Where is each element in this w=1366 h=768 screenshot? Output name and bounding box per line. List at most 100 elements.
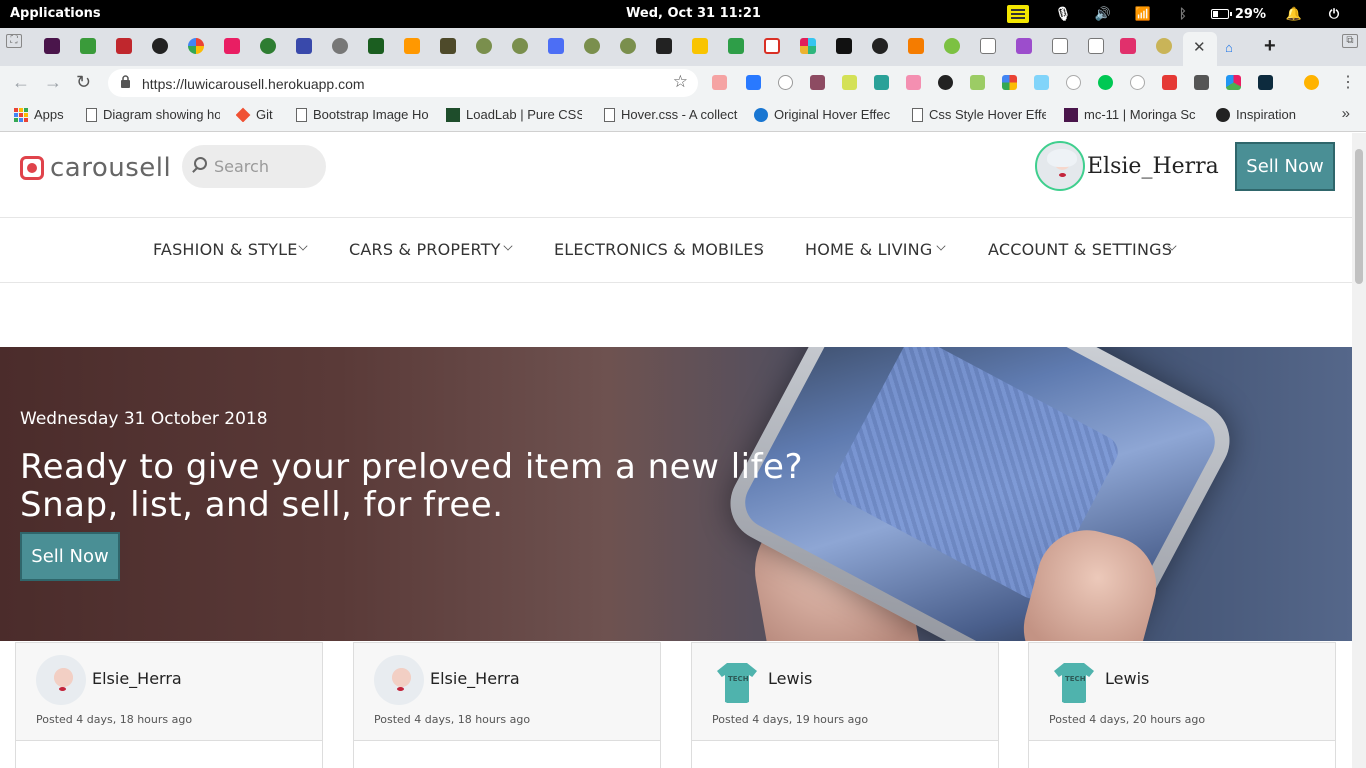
trello-tab-icon[interactable] <box>836 38 852 54</box>
document-tab-icon[interactable] <box>980 38 996 54</box>
tab-favicon-icon[interactable] <box>332 38 348 54</box>
bookmark-item[interactable]: Hover.css - A collect <box>604 107 738 122</box>
profile-avatar-icon[interactable] <box>1304 75 1319 90</box>
extension-icon[interactable] <box>1226 75 1241 90</box>
avatar[interactable] <box>374 655 424 705</box>
bookmark-item[interactable]: Diagram showing ho <box>86 107 220 122</box>
gmail-tab-icon[interactable] <box>764 38 780 54</box>
lightroom-extension-icon[interactable] <box>1258 75 1273 90</box>
hero-sell-now-button[interactable]: Sell Now <box>20 532 120 581</box>
listing-card[interactable]: Elsie_Herra Posted 4 days, 18 hours ago <box>353 642 661 768</box>
bookmark-item[interactable]: mc-11 | Moringa Sc <box>1064 107 1200 122</box>
document-tab-icon[interactable] <box>1088 38 1104 54</box>
close-tab-icon[interactable]: ✕ <box>1193 38 1206 56</box>
tab-favicon-icon[interactable] <box>368 38 384 54</box>
category-fashion-style[interactable]: FASHION & STYLE <box>153 240 298 259</box>
tab-favicon-icon[interactable] <box>584 38 600 54</box>
extension-icon[interactable] <box>938 75 953 90</box>
chevron-down-icon[interactable] <box>298 241 308 251</box>
url-text[interactable]: https://luwicarousell.herokuapp.com <box>142 76 365 92</box>
extension-icon[interactable] <box>712 75 727 90</box>
extension-icon[interactable] <box>1130 75 1145 90</box>
tab-favicon-icon[interactable] <box>620 38 636 54</box>
document-tab-icon[interactable] <box>1052 38 1068 54</box>
system-clock[interactable]: Wed, Oct 31 11:21 <box>626 6 761 21</box>
listing-user-name[interactable]: Lewis <box>1105 669 1149 688</box>
bookmark-item[interactable]: Inspiration <box>1216 107 1306 122</box>
tab-favicon-icon[interactable] <box>1156 38 1172 54</box>
bookmark-item[interactable]: Original Hover Effec <box>754 107 892 122</box>
wifi-icon[interactable]: 📶 <box>1123 4 1163 24</box>
window-switch-icon[interactable]: ⧉ <box>1342 34 1358 48</box>
tab-favicon-icon[interactable] <box>1016 38 1032 54</box>
listing-user-name[interactable]: Elsie_Herra <box>430 669 520 688</box>
extension-icon[interactable] <box>1034 75 1049 90</box>
tab-favicon-icon[interactable] <box>404 38 420 54</box>
listing-user-name[interactable]: Lewis <box>768 669 812 688</box>
docs-tab-icon[interactable] <box>548 38 564 54</box>
category-account-settings[interactable]: ACCOUNT & SETTINGS <box>988 240 1172 259</box>
home-tab-icon[interactable]: ⌂ <box>1225 40 1233 55</box>
github-tab-icon[interactable] <box>152 38 168 54</box>
chevron-down-icon[interactable] <box>936 241 946 251</box>
address-bar[interactable]: https://luwicarousell.herokuapp.com ☆ <box>108 69 698 97</box>
browser-menu-icon[interactable]: ⋮ <box>1340 72 1356 92</box>
chevron-down-icon[interactable] <box>503 241 513 251</box>
user-profile[interactable]: Elsie_Herra <box>1035 141 1219 191</box>
reload-button[interactable]: ↻ <box>76 72 91 93</box>
power-icon[interactable]: ⏻ <box>1314 4 1354 24</box>
tab-favicon-icon[interactable] <box>476 38 492 54</box>
notification-bell-icon[interactable]: 🔔 <box>1274 4 1314 24</box>
volume-icon[interactable]: 🔊 <box>1083 4 1123 24</box>
bookmark-item[interactable]: Bootstrap Image Ho <box>296 107 430 122</box>
avatar[interactable] <box>1035 141 1085 191</box>
avatar[interactable] <box>712 655 762 705</box>
bookmark-item[interactable]: Git <box>236 107 282 122</box>
carousell-logo[interactable]: carousell <box>20 153 171 183</box>
slack-tab-icon[interactable] <box>800 38 816 54</box>
tab-favicon-icon[interactable] <box>260 38 276 54</box>
evernote-tab-icon[interactable] <box>944 38 960 54</box>
extension-icon[interactable] <box>874 75 889 90</box>
extension-icon[interactable] <box>906 75 921 90</box>
category-electronics-mobiles[interactable]: ELECTRONICS & MOBILES <box>554 240 764 259</box>
github-tab-icon[interactable] <box>872 38 888 54</box>
avatar[interactable] <box>1049 655 1099 705</box>
bookmark-item[interactable]: Css Style Hover Effe <box>912 107 1046 122</box>
tab-favicon-icon[interactable] <box>728 38 744 54</box>
category-cars-property[interactable]: CARS & PROPERTY <box>349 240 501 259</box>
page-scrollbar[interactable] <box>1352 133 1366 768</box>
sell-now-button[interactable]: Sell Now <box>1235 142 1335 191</box>
extension-icon[interactable] <box>810 75 825 90</box>
tab-favicon-icon[interactable] <box>116 38 132 54</box>
battery-indicator[interactable]: 29% <box>1203 4 1274 24</box>
active-tab[interactable]: ✕ <box>1183 32 1217 66</box>
applications-menu[interactable]: Applications <box>10 6 101 21</box>
search-box[interactable] <box>182 145 326 188</box>
extension-icon[interactable] <box>842 75 857 90</box>
more-bookmarks-button[interactable]: » <box>1342 105 1350 122</box>
category-home-living[interactable]: HOME & LIVING <box>805 240 932 259</box>
extension-icon[interactable] <box>746 75 761 90</box>
notes-icon[interactable] <box>1006 5 1029 23</box>
listing-card[interactable]: Lewis Posted 4 days, 20 hours ago <box>1028 642 1336 768</box>
avatar[interactable] <box>36 655 86 705</box>
extension-icon[interactable] <box>1194 75 1209 90</box>
extension-icon[interactable] <box>1098 75 1113 90</box>
tab-favicon-icon[interactable] <box>80 38 96 54</box>
tab-favicon-icon[interactable] <box>692 38 708 54</box>
instagram-tab-icon[interactable] <box>1120 38 1136 54</box>
tab-favicon-icon[interactable] <box>512 38 528 54</box>
listing-card[interactable]: Lewis Posted 4 days, 19 hours ago <box>691 642 999 768</box>
search-input[interactable] <box>214 153 318 179</box>
user-name[interactable]: Elsie_Herra <box>1087 154 1219 179</box>
extension-icon[interactable] <box>1162 75 1177 90</box>
extension-icon[interactable] <box>778 75 793 90</box>
tab-favicon-icon[interactable] <box>908 38 924 54</box>
tab-favicon-icon[interactable] <box>440 38 456 54</box>
google-tab-icon[interactable] <box>188 38 204 54</box>
bookmark-apps[interactable]: Apps <box>14 107 74 122</box>
tab-favicon-icon[interactable] <box>656 38 672 54</box>
back-button[interactable]: ← <box>12 72 30 93</box>
forward-button[interactable]: → <box>44 72 62 93</box>
